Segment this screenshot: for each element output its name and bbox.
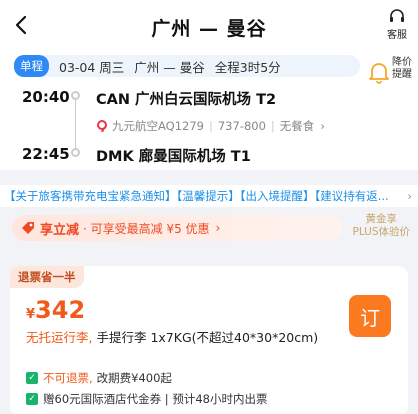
headset-icon (390, 9, 404, 22)
one-way-badge: 单程 (14, 55, 49, 77)
chevron-right-icon: › (320, 119, 325, 133)
refund-change-rule[interactable]: ✓ 不可退票, 改期费¥400起 (26, 370, 172, 386)
arrive-airport: DMK 廊曼国际机场 T1 (96, 149, 251, 165)
chevron-right-icon: › (215, 221, 221, 235)
trip-duration: 全程3时5分 (214, 59, 281, 75)
trip-date: 03-04 周三 (59, 59, 125, 75)
price-alert-label: 降价提醒 (392, 57, 412, 80)
flight-summary: 单程 03-04 周三 广州 — 曼谷 全程3时5分 降价提醒 20:40 CA… (0, 50, 418, 170)
aircraft-type: 737-800 (217, 119, 266, 133)
promo-title: 享立减 (40, 222, 80, 238)
meal-info: 无餐食 (279, 119, 315, 133)
vip-line-2: PLUS体验价 (352, 226, 410, 238)
notice-bar[interactable]: 【关于旅客携带充电宝紧急通知】【温馨提示】【出入境提醒】【建议持有返... › (0, 185, 418, 207)
depart-airport: CAN 广州白云国际机场 T2 (96, 92, 277, 108)
customer-service-button[interactable]: 客服 (382, 8, 412, 41)
airline-logo-icon (97, 120, 107, 132)
ticket-price: ¥342 (26, 296, 85, 324)
no-checked-baggage: 无托运行李, (26, 330, 93, 345)
arrive-time: 22:45 (22, 145, 70, 163)
flight-details-link[interactable]: 九元航空AQ1279 | 737-800 | 无餐食 › (96, 118, 325, 134)
vip-line-1: 黄金享 (365, 213, 397, 225)
check-icon: ✓ (26, 372, 38, 384)
notice-text: 【关于旅客携带充电宝紧急通知】【温馨提示】【出入境提醒】【建议持有返... (4, 189, 389, 203)
airline-flight-no: 九元航空AQ1279 (112, 119, 204, 133)
depart-dot (71, 91, 80, 100)
trip-route: 广州 — 曼谷 (134, 59, 205, 75)
vip-badge: 黄金享 PLUS体验价 (352, 213, 410, 239)
promo-banner[interactable]: 享立减 · 可享受最高减 ¥5 优惠 › (12, 215, 342, 241)
baggage-info: 无托运行李, 手提行李 1x7KG(不超过40*30*20cm) (26, 329, 326, 347)
book-button[interactable]: 订 (349, 295, 391, 337)
currency-symbol: ¥ (26, 307, 36, 322)
discount-tag-icon (22, 222, 34, 234)
hotel-voucher-text: 赠60元国际酒店代金券 | 预计48小时内出票 (43, 392, 268, 406)
carry-on-baggage: 手提行李 1x7KG(不超过40*30*20cm) (96, 330, 319, 345)
refund-tag: 退票省一半 (10, 266, 84, 288)
non-refundable-label: 不可退票, (43, 371, 93, 385)
chevron-right-icon: › (407, 189, 412, 203)
top-header: 广州 — 曼谷 客服 (0, 0, 418, 50)
change-fee: 改期费¥400起 (96, 371, 172, 385)
hotel-voucher-line: ✓ 赠60元国际酒店代金券 | 预计48小时内出票 (26, 391, 267, 407)
page-title: 广州 — 曼谷 (151, 18, 267, 40)
depart-time: 20:40 (22, 88, 70, 106)
check-icon: ✓ (26, 393, 38, 405)
bell-icon (369, 63, 389, 84)
trip-info-bar: 单程 03-04 周三 广州 — 曼谷 全程3时5分 (14, 55, 360, 77)
arrive-dot (71, 148, 80, 157)
promo-subtitle: · 可享受最高减 ¥5 优惠 (83, 221, 210, 236)
route-line (75, 96, 76, 154)
price-value: 342 (35, 296, 86, 324)
service-label: 客服 (387, 30, 407, 41)
